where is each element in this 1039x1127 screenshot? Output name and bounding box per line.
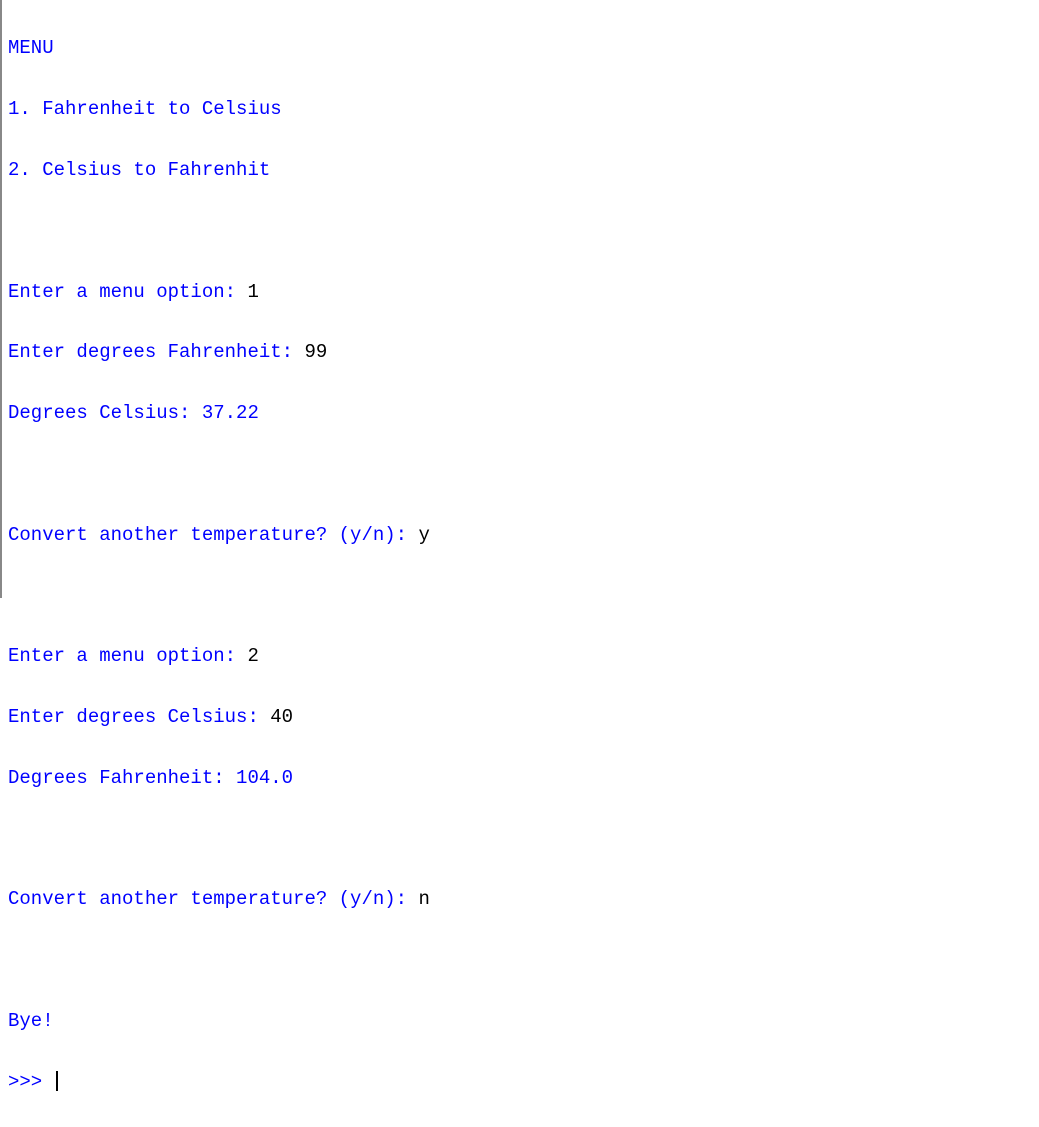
blank-line [8,220,19,242]
input-fahrenheit: 99 [304,341,327,363]
input-menu-option-2: 2 [247,645,258,667]
blank-line [8,584,19,606]
prompt-celsius: Enter degrees Celsius: [8,706,270,728]
input-menu-option-1: 1 [247,281,258,303]
input-celsius: 40 [270,706,293,728]
prompt-fahrenheit: Enter degrees Fahrenheit: [8,341,304,363]
prompt-menu-option-1: Enter a menu option: [8,281,247,303]
prompt-menu-option-2: Enter a menu option: [8,645,247,667]
result-celsius: Degrees Celsius: 37.22 [8,402,259,424]
menu-option-1: 1. Fahrenheit to Celsius [8,98,282,120]
input-convert-2: n [418,888,429,910]
result-fahrenheit: Degrees Fahrenheit: 104.0 [8,767,293,789]
repl-prompt: >>> [8,1071,54,1093]
menu-option-2: 2. Celsius to Fahrenhit [8,159,270,181]
terminal-output: MENU 1. Fahrenheit to Celsius 2. Celsius… [0,0,1039,598]
blank-line [8,463,19,485]
input-convert-1: y [418,524,429,546]
prompt-convert-1: Convert another temperature? (y/n): [8,524,418,546]
bye-message: Bye! [8,1010,54,1032]
menu-title: MENU [8,37,54,59]
cursor-icon[interactable] [56,1071,58,1091]
blank-line [8,949,19,971]
prompt-convert-2: Convert another temperature? (y/n): [8,888,418,910]
blank-line [8,828,19,850]
